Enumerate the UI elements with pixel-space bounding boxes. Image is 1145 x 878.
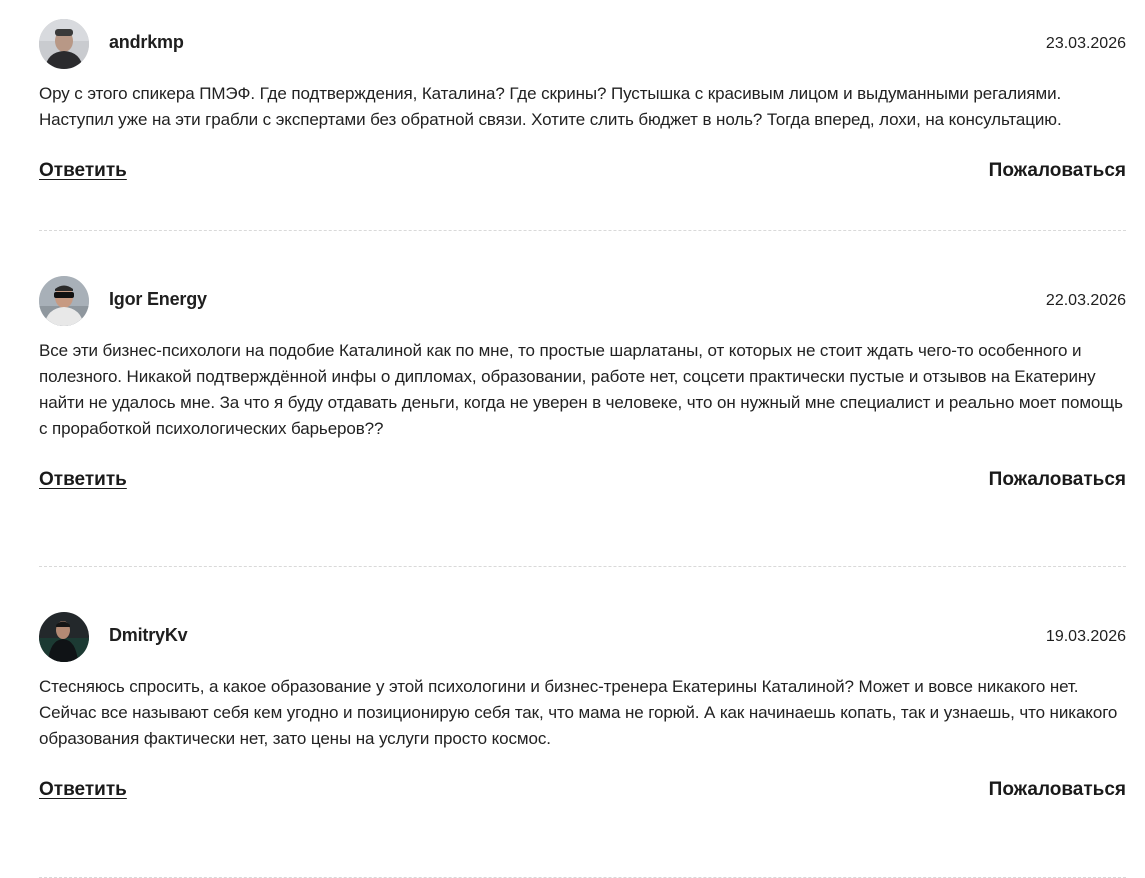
comment-item: andrkmp 23.03.2026 Ору с этого спикера П… xyxy=(39,19,1126,231)
reply-link[interactable]: Ответить xyxy=(39,160,127,182)
comment-author: DmitryKv xyxy=(109,625,188,645)
comment-date: 19.03.2026 xyxy=(1045,628,1126,645)
comment-text: Стесняюсь спросить, а какое образование … xyxy=(39,677,1118,748)
comment-text: Ору с этого спикера ПМЭФ. Где подтвержде… xyxy=(39,84,1062,129)
comment-date: 23.03.2026 xyxy=(1045,35,1126,52)
comment-actions: Ответить Пожаловаться xyxy=(39,752,1126,812)
comment-header: DmitryKv 19.03.2026 xyxy=(39,612,1126,662)
comment-author: andrkmp xyxy=(109,32,184,52)
comment-actions: Ответить Пожаловаться xyxy=(39,442,1126,502)
reply-link[interactable]: Ответить xyxy=(39,469,127,491)
comment-actions: Ответить Пожаловаться xyxy=(39,133,1126,193)
comment-date: 22.03.2026 xyxy=(1045,292,1126,309)
comment-item: DmitryKv 19.03.2026 Стесняюсь спросить, … xyxy=(39,612,1126,878)
comment-item: Igor Energy 22.03.2026 Все эти бизнес-пс… xyxy=(39,276,1126,567)
comments-list: andrkmp 23.03.2026 Ору с этого спикера П… xyxy=(39,0,1126,878)
report-link[interactable]: Пожаловаться xyxy=(989,160,1126,182)
report-link[interactable]: Пожаловаться xyxy=(989,779,1126,801)
comment-header: Igor Energy 22.03.2026 xyxy=(39,276,1126,326)
report-link[interactable]: Пожаловаться xyxy=(989,469,1126,491)
avatar xyxy=(39,276,89,326)
avatar xyxy=(39,612,89,662)
avatar xyxy=(39,19,89,69)
reply-link[interactable]: Ответить xyxy=(39,779,127,801)
comment-author: Igor Energy xyxy=(109,289,207,309)
comment-text: Все эти бизнес-психологи на подобие Ката… xyxy=(39,341,1123,438)
comment-header: andrkmp 23.03.2026 xyxy=(39,19,1126,69)
